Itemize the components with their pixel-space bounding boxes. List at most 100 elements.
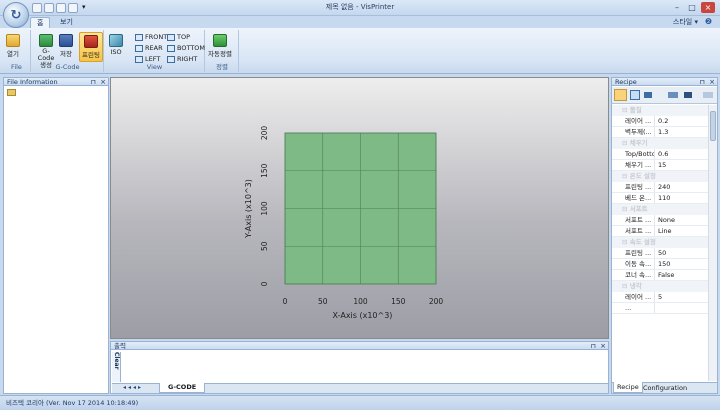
property-name: 레이어 ... — [612, 292, 655, 302]
property-category[interactable]: ⊟ 온도 설정 — [612, 171, 708, 182]
property-value[interactable]: None — [655, 215, 675, 225]
property-row[interactable]: Top/Botto...0.6 — [612, 149, 708, 160]
ribbon-group-arrange: 자동정렬 정렬 — [206, 30, 239, 72]
front-view-icon — [135, 33, 143, 41]
property-category[interactable]: ⊟ 속도 설정 — [612, 237, 708, 248]
tab-gcode[interactable]: G-CODE — [159, 383, 206, 393]
x-tick-label: 50 — [318, 297, 328, 306]
iso-cube-icon — [109, 34, 123, 47]
left-view-button[interactable]: LEFT — [135, 55, 160, 63]
property-row[interactable]: 레이어 ... 5 — [612, 292, 708, 303]
tab-home[interactable]: 홈 — [30, 17, 51, 28]
property-row[interactable]: 레이어 ... 0.2 — [612, 116, 708, 127]
property-value[interactable]: 1.3 — [655, 127, 668, 137]
property-value[interactable]: 110 — [655, 193, 670, 203]
property-name: Top/Botto... — [612, 149, 655, 159]
top-view-button[interactable]: TOP — [167, 33, 190, 41]
property-grid-scrollbar[interactable] — [708, 105, 717, 381]
property-value[interactable]: 240 — [655, 182, 670, 192]
help-icon[interactable]: ❷ — [705, 17, 712, 26]
property-category[interactable]: ⊟ 서포트 — [612, 204, 708, 215]
print-button[interactable]: 프린팅 — [79, 32, 103, 62]
property-row[interactable]: 코너 속... False — [612, 270, 708, 281]
property-category[interactable]: ⊟ 채우기 — [612, 138, 708, 149]
folder-icon[interactable] — [7, 89, 16, 96]
property-grid[interactable]: ⊟ 품질레이어 ...0.2벽두께(...1.3⊟ 채우기Top/Botto..… — [612, 105, 708, 381]
property-name: 이동 속... — [612, 259, 655, 269]
tab-recipe[interactable]: Recipe — [613, 382, 643, 393]
events-icon[interactable] — [684, 92, 692, 98]
property-row[interactable]: 프린팅 ... 240 — [612, 182, 708, 193]
y-tick-label: 200 — [260, 126, 269, 141]
scrollbar-thumb[interactable] — [710, 111, 716, 141]
pin-icon[interactable]: ⊓ — [91, 78, 96, 86]
property-value[interactable]: Line — [655, 226, 672, 236]
property-row[interactable]: 서포트 ... None — [612, 215, 708, 226]
pin-icon[interactable]: ⊓ — [591, 342, 596, 350]
alphabetical-icon[interactable] — [630, 90, 640, 100]
maximize-button[interactable]: □ — [685, 2, 699, 13]
file-information-panel: File Information ⊓ × — [3, 77, 109, 394]
print-icon[interactable] — [68, 3, 78, 13]
open-button[interactable]: 열기 — [6, 34, 20, 58]
property-category[interactable]: ⊟ 냉각 — [612, 281, 708, 292]
categorized-icon[interactable] — [614, 89, 627, 101]
save-icon[interactable] — [56, 3, 66, 13]
open-label: 열기 — [7, 50, 19, 58]
tab-scroll-buttons[interactable]: ◂◂◂▸ — [123, 384, 143, 391]
property-row[interactable]: 채우기 ... 15 — [612, 160, 708, 171]
property-row[interactable]: ... — [612, 303, 708, 314]
property-value[interactable]: 0.6 — [655, 149, 668, 159]
quick-access-dropdown-icon[interactable]: ▾ — [82, 3, 86, 11]
x-tick-label: 150 — [391, 297, 406, 306]
property-value[interactable] — [655, 303, 658, 313]
tab-view[interactable]: 보기 — [54, 17, 79, 28]
style-menu[interactable]: 스타일 ▾ — [673, 17, 698, 27]
rear-view-button[interactable]: REAR — [135, 44, 163, 52]
front-view-button[interactable]: FRONT — [135, 33, 167, 41]
panel-close-icon[interactable]: × — [600, 342, 606, 350]
x-tick-label: 0 — [283, 297, 288, 306]
property-category[interactable]: ⊟ 품질 — [612, 105, 708, 116]
file-information-header: File Information ⊓ × — [3, 77, 109, 86]
property-value[interactable]: 50 — [655, 248, 666, 258]
bottom-view-button[interactable]: BOTTOM — [167, 44, 205, 52]
print-label: 프린팅 — [82, 51, 100, 59]
close-button[interactable]: × — [701, 2, 715, 13]
property-value[interactable]: 15 — [655, 160, 666, 170]
ribbon-group-view: ISO FRONT REAR LEFT TOP BOTTOM RIGHT Vie… — [105, 30, 205, 72]
panel-close-icon[interactable]: × — [100, 78, 106, 86]
property-value[interactable]: 150 — [655, 259, 670, 269]
property-value[interactable]: 5 — [655, 292, 662, 302]
right-view-button[interactable]: RIGHT — [167, 55, 197, 63]
save-button[interactable]: 저장 — [59, 34, 73, 58]
panel-close-icon[interactable]: × — [709, 78, 715, 86]
expand-icon[interactable] — [644, 92, 652, 98]
x-axis-label: X-Axis (x10^3) — [333, 311, 393, 320]
property-row[interactable]: 벽두께(... 1.3 — [612, 127, 708, 138]
tab-configuration[interactable]: Configuration — [640, 383, 690, 393]
ribbon-group-gcode: G-Code 생성 저장 프린팅 G-Code — [32, 30, 104, 72]
property-value[interactable]: 0.2 — [655, 116, 668, 126]
property-row[interactable]: 베드 온... 110 — [612, 193, 708, 204]
x-tick-label: 100 — [353, 297, 368, 306]
property-value[interactable]: False — [655, 270, 674, 280]
property-row[interactable]: 프린팅 ... 50 — [612, 248, 708, 259]
property-name: 레이어 ... — [612, 116, 655, 126]
auto-arrange-button[interactable]: 자동정렬 — [208, 34, 232, 58]
3d-viewport[interactable]: 0 50 100 150 200 0 50 100 150 200 X-Axis (x10^3) Y-… — [110, 77, 609, 339]
iso-view-button[interactable]: ISO — [109, 34, 123, 56]
output-header: 출력 ⊓ × — [110, 341, 609, 350]
minimize-button[interactable]: – — [670, 2, 684, 13]
clear-button[interactable]: Clear — [112, 352, 121, 382]
new-file-icon[interactable] — [32, 3, 42, 13]
property-pages-icon[interactable] — [703, 92, 713, 98]
properties-icon[interactable] — [668, 92, 678, 98]
pin-icon[interactable]: ⊓ — [700, 78, 705, 86]
gcode-cube-icon — [39, 34, 53, 47]
property-row[interactable]: 서포트 ... Line — [612, 226, 708, 237]
build-plate-plot: 0 50 100 150 200 0 50 100 150 200 X-Axis (x10^3) Y-… — [244, 126, 443, 320]
open-file-icon[interactable] — [44, 3, 54, 13]
property-row[interactable]: 이동 속... 150 — [612, 259, 708, 270]
application-menu-button[interactable]: ↻ — [3, 2, 29, 28]
